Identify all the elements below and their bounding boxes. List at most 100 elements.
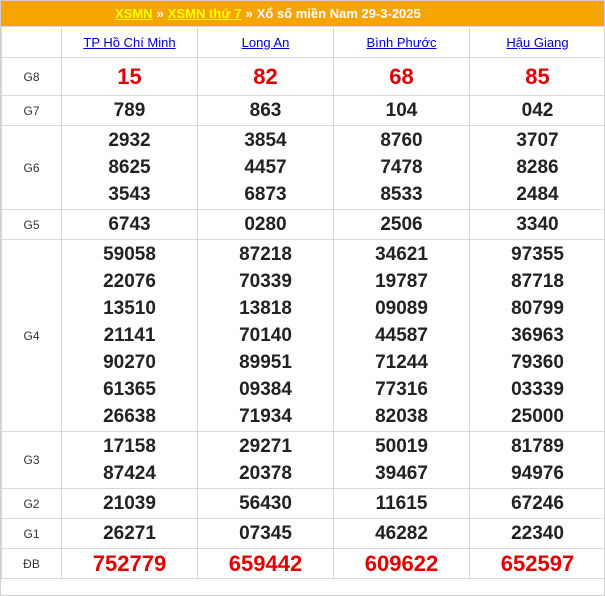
- breadcrumb: XSMN » XSMN thứ 7 » Xổ số miền Nam 29-3-…: [1, 1, 604, 26]
- result-cell: 3340: [469, 209, 605, 240]
- result-number: 94976: [511, 463, 564, 484]
- result-number: 26638: [103, 406, 156, 427]
- result-cell: 659442: [197, 548, 334, 579]
- province-link-tp-ho-chi-minh[interactable]: TP Hồ Chí Minh: [83, 35, 175, 50]
- result-number: 104: [385, 100, 418, 121]
- result-number: 59058: [103, 244, 156, 265]
- result-number: 56430: [239, 493, 292, 514]
- result-number: 46282: [375, 523, 428, 544]
- result-number: 82: [253, 64, 278, 89]
- result-number: 21141: [103, 325, 156, 346]
- result-number: 3543: [108, 184, 151, 205]
- result-number: 09384: [239, 379, 292, 400]
- result-number: 4457: [244, 157, 287, 178]
- result-cell: 789: [61, 95, 198, 126]
- prize-label: G7: [1, 95, 62, 126]
- result-number: 70339: [239, 271, 292, 292]
- result-cell: 68: [333, 57, 470, 96]
- result-number: 20378: [239, 463, 292, 484]
- result-number: 36963: [511, 325, 564, 346]
- result-number: 07345: [239, 523, 292, 544]
- result-number: 11615: [375, 493, 428, 514]
- prize-row-g6: G6 2932 8625 3543 3854 4457 6873 8760 7478 8533 37…: [1, 125, 605, 210]
- prize-row-g4: G4 59058 22076 13510 21141 90270 61365 26638 872…: [1, 239, 605, 432]
- result-number: 8760: [380, 130, 423, 151]
- result-cell: 2932 8625 3543: [61, 125, 198, 210]
- result-number: 22076: [103, 271, 156, 292]
- prize-label: ĐB: [1, 548, 62, 579]
- result-number: 71244: [375, 352, 428, 373]
- province-header: TP Hồ Chí Minh: [61, 26, 198, 58]
- result-number: 2932: [108, 130, 151, 151]
- result-number: 659442: [228, 551, 303, 576]
- result-number: 21039: [103, 493, 156, 514]
- prize-label: G3: [1, 431, 62, 489]
- result-number: 042: [521, 100, 554, 121]
- result-cell: 17158 87424: [61, 431, 198, 489]
- result-number: 8533: [380, 184, 423, 205]
- result-number: 17158: [103, 436, 156, 457]
- result-number: 2484: [516, 184, 559, 205]
- province-link-long-an[interactable]: Long An: [242, 35, 290, 50]
- province-link-binh-phuoc[interactable]: Bình Phước: [367, 35, 437, 50]
- result-number: 3854: [244, 130, 287, 151]
- result-cell: 2506: [333, 209, 470, 240]
- result-cell: 34621 19787 09089 44587 71244 77316 82038: [333, 239, 470, 432]
- result-number: 79360: [511, 352, 564, 373]
- breadcrumb-separator: »: [245, 6, 253, 21]
- result-cell: 21039: [61, 488, 198, 519]
- result-number: 22340: [511, 523, 564, 544]
- province-link-hau-giang[interactable]: Hậu Giang: [506, 35, 568, 50]
- result-cell: 863: [197, 95, 334, 126]
- result-number: 3707: [516, 130, 559, 151]
- province-header: Long An: [197, 26, 334, 58]
- result-cell: 82: [197, 57, 334, 96]
- result-cell: 56430: [197, 488, 334, 519]
- result-number: 752779: [92, 551, 167, 576]
- result-number: 863: [249, 100, 282, 121]
- results-panel: XSMN » XSMN thứ 7 » Xổ số miền Nam 29-3-…: [0, 0, 605, 596]
- result-number: 67246: [511, 493, 564, 514]
- result-cell: 67246: [469, 488, 605, 519]
- result-number: 68: [389, 64, 414, 89]
- result-number: 77316: [375, 379, 428, 400]
- result-cell: 81789 94976: [469, 431, 605, 489]
- prize-row-g2: G2 21039 56430 11615 67246: [1, 488, 605, 519]
- result-cell: 07345: [197, 518, 334, 549]
- result-cell: 85: [469, 57, 605, 96]
- prize-label: G5: [1, 209, 62, 240]
- result-number: 71934: [239, 406, 292, 427]
- prize-label: G1: [1, 518, 62, 549]
- result-cell: 3854 4457 6873: [197, 125, 334, 210]
- result-number: 44587: [375, 325, 428, 346]
- result-cell: 6743: [61, 209, 198, 240]
- prize-row-g3: G3 17158 87424 29271 20378 50019 39467 81789 949…: [1, 431, 605, 489]
- result-cell: 652597: [469, 548, 605, 579]
- result-number: 97355: [511, 244, 564, 265]
- page-title: Xổ số miền Nam 29-3-2025: [256, 6, 421, 21]
- prize-label: G2: [1, 488, 62, 519]
- result-number: 82038: [375, 406, 428, 427]
- prize-label: G4: [1, 239, 62, 432]
- result-number: 89951: [239, 352, 292, 373]
- result-cell: 752779: [61, 548, 198, 579]
- result-number: 34621: [375, 244, 428, 265]
- result-number: 26271: [103, 523, 156, 544]
- breadcrumb-link-xsmn-saturday[interactable]: XSMN thứ 7: [168, 6, 242, 21]
- result-cell: 87218 70339 13818 70140 89951 09384 71934: [197, 239, 334, 432]
- result-cell: 97355 87718 80799 36963 79360 03339 25000: [469, 239, 605, 432]
- result-number: 39467: [375, 463, 428, 484]
- prize-row-g8: G8 15 82 68 85: [1, 57, 605, 96]
- prize-row-g5: G5 6743 0280 2506 3340: [1, 209, 605, 240]
- result-cell: 3707 8286 2484: [469, 125, 605, 210]
- result-number: 6873: [244, 184, 287, 205]
- result-cell: 29271 20378: [197, 431, 334, 489]
- prize-row-đb: ĐB 752779 659442 609622 652597: [1, 548, 605, 579]
- breadcrumb-link-xsmn[interactable]: XSMN: [115, 6, 153, 21]
- result-cell: 042: [469, 95, 605, 126]
- result-cell: 11615: [333, 488, 470, 519]
- results-table: TP Hồ Chí Minh Long An Bình Phước Hậu Gi…: [1, 26, 605, 579]
- result-number: 90270: [103, 352, 156, 373]
- result-number: 3340: [516, 214, 559, 235]
- result-number: 609622: [364, 551, 439, 576]
